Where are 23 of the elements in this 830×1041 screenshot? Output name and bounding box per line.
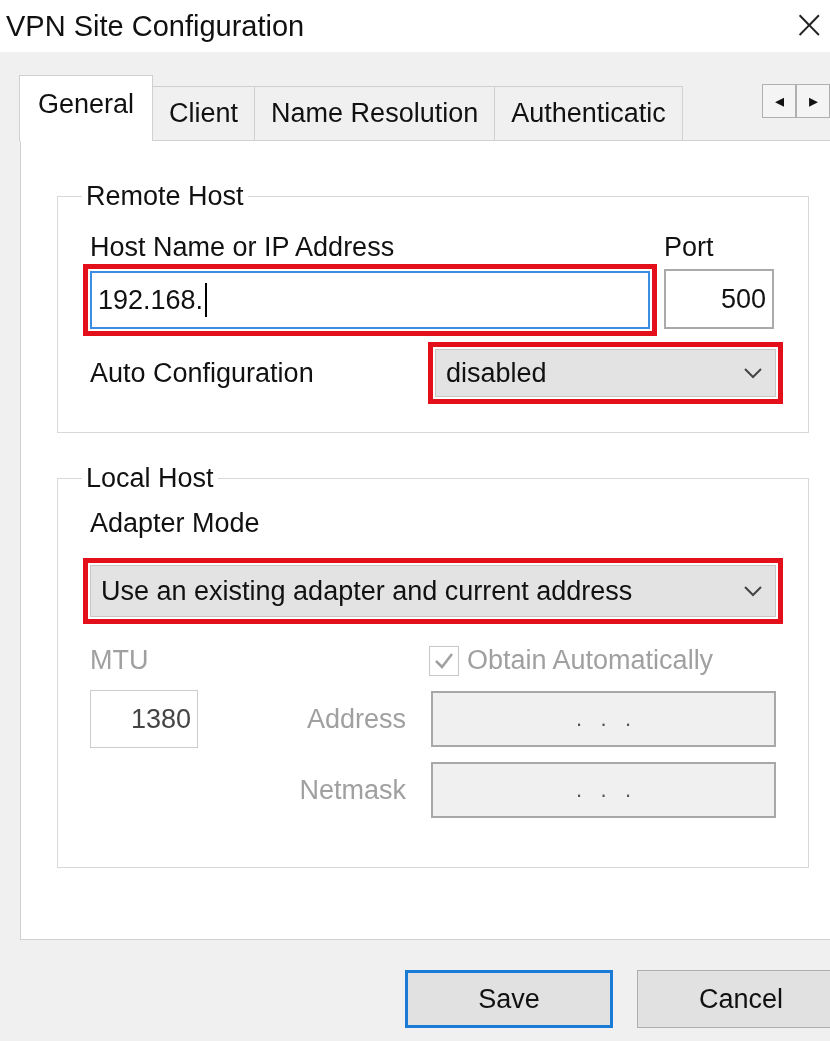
field-label: Host Name or IP Address — [90, 232, 396, 263]
window-title: VPN Site Configuration — [6, 9, 305, 43]
dropdown[interactable]: disabled — [435, 349, 776, 397]
field-label: Adapter Mode — [90, 508, 261, 539]
tab[interactable]: Authenticatic — [494, 86, 683, 140]
field-label: Address — [305, 703, 406, 735]
group-title: Remote Host — [85, 181, 245, 212]
dialog-button[interactable]: Save — [405, 970, 613, 1028]
group-title: Local Host — [85, 463, 215, 494]
chevron-icon — [743, 585, 763, 597]
tab-scroll-button[interactable]: ▸ — [796, 84, 830, 118]
tab[interactable]: General — [19, 75, 154, 141]
chevron-icon — [743, 367, 763, 379]
field-label: Auto Configuration — [90, 357, 315, 389]
field-label: MTU — [90, 645, 150, 676]
close-button[interactable]: × — [792, 1, 830, 51]
field-label: Port — [664, 232, 715, 263]
field-label: Netmask — [298, 774, 406, 806]
input-field[interactable]: 192.168. — [90, 271, 650, 329]
dialog-button[interactable]: Cancel — [637, 970, 830, 1028]
input-field[interactable]: 500 — [664, 269, 774, 329]
tab-scroll-button[interactable]: ◂ — [762, 84, 796, 118]
dropdown[interactable]: Use an existing adapter and current address — [90, 565, 776, 617]
